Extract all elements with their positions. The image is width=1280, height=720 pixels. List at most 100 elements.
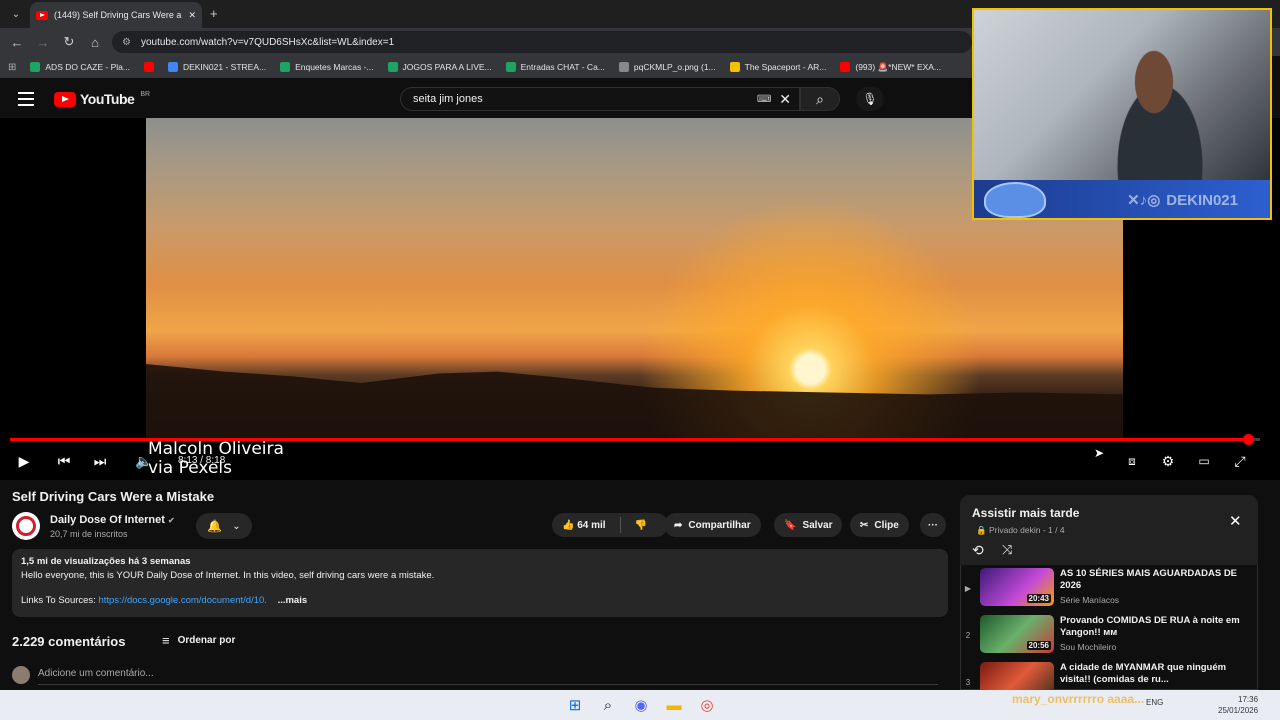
progress-scrubber[interactable] — [1242, 434, 1254, 445]
notification-bell-button[interactable]: 🔔 ⌄ — [196, 513, 252, 539]
share-icon: ➦ — [674, 519, 683, 531]
streamer-figure — [1094, 40, 1214, 180]
comment-input[interactable]: Adicione um comentário... — [38, 668, 154, 679]
playlist-item[interactable]: 3 A cidade de MYANMAR que ninguém visita… — [962, 662, 1256, 690]
windows-start-icon[interactable]: ⊞ — [564, 694, 586, 716]
loop-icon[interactable]: ⟲ — [972, 542, 984, 559]
tab-title: (1449) Self Driving Cars Were a Mistake — [54, 10, 182, 20]
previous-icon[interactable]: ⏮ — [52, 450, 76, 472]
reload-icon[interactable]: ↻ — [56, 29, 82, 55]
play-icon[interactable]: ▶ — [12, 450, 36, 472]
forward-arrow-icon[interactable]: → — [30, 29, 56, 55]
more-actions-button[interactable]: ··· — [920, 513, 946, 537]
comments-count: 2.229 comentários — [12, 634, 126, 649]
video-thumbnail: 20:56 — [980, 615, 1054, 653]
microphone-icon: 🎙 — [862, 92, 878, 106]
language-indicator[interactable]: ENG — [1146, 698, 1163, 707]
drive-icon — [167, 62, 178, 72]
next-icon[interactable]: ⏭ — [88, 450, 112, 472]
fullscreen-icon[interactable]: ⤢ — [1228, 450, 1252, 472]
time-display: 8:13 / 8:18 — [178, 455, 226, 466]
settings-gear-icon[interactable]: ⚙ — [1156, 450, 1180, 472]
tab-search-icon[interactable]: ⌄ — [4, 3, 28, 25]
file-explorer-icon[interactable]: ▬ — [663, 694, 685, 716]
playlist-item[interactable]: 2 20:56 Provando COMIDAS DE RUA à noite … — [962, 615, 1256, 659]
playlist-close-icon[interactable]: ✕ — [1229, 512, 1242, 530]
bell-icon: 🔔 — [207, 519, 223, 533]
like-dislike-group: 👍 64 mil 👎 — [552, 513, 668, 537]
sheets-icon — [387, 62, 398, 72]
show-more-link[interactable]: ...mais — [278, 595, 308, 606]
comment-input-underline — [38, 684, 938, 685]
verified-icon: ✔ — [167, 516, 175, 525]
discord-icon[interactable]: ◉ — [630, 694, 652, 716]
system-clock[interactable]: 17:36 25/01/2026 — [1218, 694, 1258, 716]
search-input[interactable]: seita jim jones ⌨ ✕ — [400, 87, 800, 111]
youtube-favicon-icon — [36, 10, 48, 20]
youtube-icon — [840, 62, 851, 72]
user-avatar — [12, 666, 30, 684]
menu-icon[interactable] — [18, 92, 34, 106]
bookmarks-bar: ⊞ ADS DO CAZE - Pla... DEKIN021 - STREA.… — [0, 56, 972, 78]
share-button[interactable]: ➦ Compartilhar — [664, 513, 761, 537]
shuffle-icon[interactable]: ⤨ — [1002, 542, 1012, 558]
bookmark-icon: 🔖 — [784, 519, 797, 531]
browser-tab-active[interactable]: (1449) Self Driving Cars Were a Mistake … — [30, 2, 202, 28]
search-icon[interactable]: ⌕ — [597, 694, 619, 716]
video-thumbnail — [980, 662, 1054, 690]
chevron-down-icon: ⌄ — [232, 520, 241, 532]
keyboard-icon[interactable]: ⌨ — [757, 94, 771, 105]
sheets-icon — [30, 62, 41, 72]
bookmark-item[interactable] — [143, 62, 154, 72]
links-label: Links To Sources: — [21, 595, 96, 606]
chrome-icon[interactable]: ◎ — [696, 694, 718, 716]
bookmark-item[interactable]: Entradas CHAT - Ca... — [505, 62, 605, 72]
apps-grid-icon[interactable]: ⊞ — [8, 62, 16, 73]
like-button[interactable]: 👍 64 mil — [562, 520, 606, 531]
bookmark-item[interactable]: ADS DO CAZE - Pla... — [30, 62, 130, 72]
playlist-title[interactable]: Assistir mais tarde — [972, 506, 1079, 520]
bookmark-item[interactable]: The Spaceport - AR... — [729, 62, 826, 72]
tray-overlay-text: mary_onvrrrrrro aaaa... — [1012, 692, 1145, 706]
address-bar[interactable]: ⚙ youtube.com/watch?v=v7QUD6SHsXc&list=W… — [112, 31, 972, 53]
tab-close-icon[interactable]: ✕ — [188, 10, 196, 21]
description-text: Hello everyone, this is YOUR Daily Dose … — [21, 570, 435, 581]
theater-mode-icon[interactable]: ▭ — [1192, 450, 1216, 472]
bookmark-item[interactable]: Enquetes Marcas -... — [280, 62, 374, 72]
save-button[interactable]: 🔖 Salvar — [774, 513, 843, 537]
channel-name[interactable]: Daily Dose Of Internet ✔ — [50, 514, 175, 526]
description-box[interactable]: 1,5 mi de visualizações há 3 semanas Hel… — [12, 549, 948, 617]
voice-search-button[interactable]: 🎙 — [856, 87, 884, 111]
clear-search-icon[interactable]: ✕ — [779, 91, 791, 108]
video-thumbnail: 20:43 — [980, 568, 1054, 606]
bookmark-item[interactable]: (993) 🚨*NEW* EXA... — [840, 62, 941, 73]
subtitles-icon[interactable]: ⧈ — [1120, 450, 1144, 472]
mascot-logo — [984, 182, 1046, 218]
image-icon — [618, 62, 629, 72]
home-icon[interactable]: ⌂ — [82, 29, 108, 55]
channel-avatar[interactable] — [12, 512, 40, 540]
clip-button[interactable]: ✂ Clipe — [850, 513, 909, 537]
bookmark-item[interactable]: DEKIN021 - STREA... — [167, 62, 266, 72]
source-link[interactable]: https://docs.google.com/document/d/10. — [98, 595, 266, 606]
bookmark-item[interactable]: JOGOS PARA A LIVE... — [387, 62, 492, 72]
bookmark-item[interactable]: pqCKMLP_o.png (1... — [618, 62, 716, 72]
mouse-cursor-icon: ➤ — [1094, 446, 1105, 460]
scissors-icon: ✂ — [860, 519, 869, 531]
search-icon: ⌕ — [816, 90, 824, 107]
sheets-icon — [280, 62, 291, 72]
dislike-button[interactable]: 👎 — [635, 520, 647, 531]
playlist-item[interactable]: ▶ 20:43 AS 10 SÉRIES MAIS AGUARDADAS DE … — [962, 568, 1256, 612]
subscriber-count: 20,7 mi de inscritos — [50, 529, 128, 539]
social-icons: ✕♪◎ — [1127, 192, 1161, 209]
spaceport-icon — [729, 62, 740, 72]
back-arrow-icon[interactable]: ← — [4, 29, 30, 55]
new-tab-button[interactable]: + — [210, 6, 218, 21]
sort-comments-button[interactable]: ≡ Ordenar por — [162, 633, 235, 648]
url-text: youtube.com/watch?v=v7QUD6SHsXc&list=WL&… — [140, 36, 395, 48]
youtube-logo[interactable]: YouTube BR — [54, 91, 150, 107]
search-button[interactable]: ⌕ — [800, 87, 840, 111]
site-settings-icon[interactable]: ⚙ — [122, 37, 131, 48]
sheets-icon — [505, 62, 516, 72]
video-title: Self Driving Cars Were a Mistake — [12, 489, 215, 504]
